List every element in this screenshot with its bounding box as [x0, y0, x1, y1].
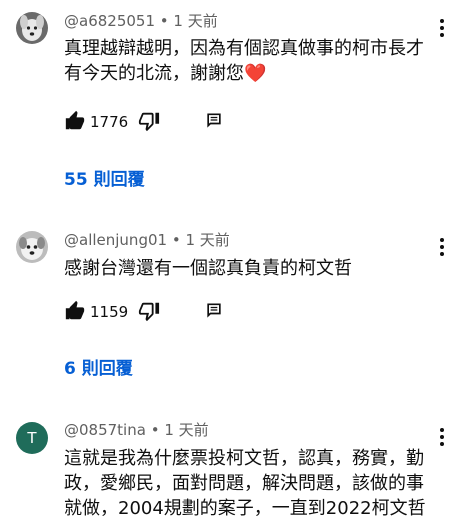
meta-separator: •	[145, 421, 165, 439]
dog-avatar-icon	[16, 12, 48, 44]
meta-separator: •	[167, 231, 186, 249]
avatar-letter: T	[27, 429, 37, 447]
comment-meta: @a6825051 • 1 天前	[64, 11, 218, 31]
thumbs-down-icon	[138, 302, 160, 322]
comment-time: 1 天前	[185, 231, 230, 249]
dislike-button[interactable]	[138, 300, 162, 324]
avatar[interactable]	[16, 231, 48, 263]
comment-meta: @allenjung01 • 1 天前	[64, 230, 230, 250]
comment-text: 真理越辯越明，因為有個認真做事的柯市長才 有今天的北流，謝謝您❤️	[64, 36, 444, 86]
reply-button[interactable]	[204, 300, 228, 324]
dog-avatar-icon	[16, 231, 48, 263]
comment-time: 1 天前	[173, 12, 218, 30]
like-button[interactable]: 1776	[64, 110, 144, 134]
reply-button[interactable]	[204, 110, 228, 134]
comment-meta: @0857tina • 1 天前	[64, 420, 209, 440]
thumbs-down-icon	[138, 112, 160, 132]
heart-emoji: ❤️	[244, 63, 267, 84]
like-button[interactable]: 1159	[64, 300, 144, 324]
avatar[interactable]	[16, 12, 48, 44]
comment-text: 感謝台灣還有一個認真負責的柯文哲	[64, 258, 352, 279]
comment-time: 1 天前	[164, 421, 209, 439]
view-replies-button[interactable]: 6 則回覆	[64, 358, 133, 380]
thumbs-up-icon	[65, 300, 85, 320]
author-name[interactable]: @a6825051	[64, 12, 155, 30]
comment-icon	[207, 303, 221, 318]
thumbs-up-icon	[65, 110, 85, 130]
dislike-button[interactable]	[138, 110, 162, 134]
like-count: 1776	[90, 113, 129, 131]
like-count: 1159	[90, 303, 129, 321]
comment-icon	[207, 113, 221, 128]
avatar[interactable]: T	[16, 422, 48, 454]
author-name[interactable]: @0857tina	[64, 421, 146, 439]
comment-text: 這就是我為什麼票投柯文哲，認真，務實，勤 政，愛鄉民，面對問題，解決問題，該做的…	[64, 448, 426, 519]
meta-separator: •	[155, 12, 174, 30]
view-replies-button[interactable]: 55 則回覆	[64, 169, 145, 191]
author-name[interactable]: @allenjung01	[64, 231, 167, 249]
